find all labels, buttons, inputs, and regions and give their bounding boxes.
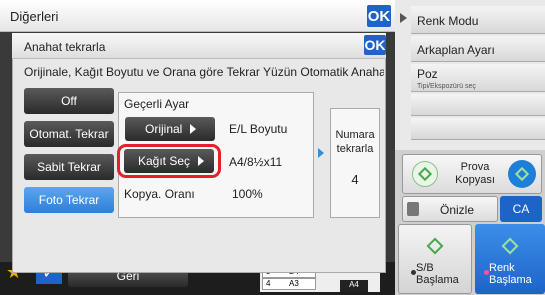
orijinal-value: E/L Boyutu (229, 122, 288, 136)
ca-button[interactable]: CA (500, 196, 542, 222)
kopya-orani-label: Kopya. Oranı (124, 187, 195, 201)
arrow-right-icon (190, 124, 197, 134)
orijinal-button[interactable]: Orijinal (125, 117, 215, 141)
mode-otomat-tekrar-label: Otomat. Tekrar (29, 127, 109, 141)
arrow-right-icon (198, 156, 205, 166)
numara-tekrarla-panel[interactable] (330, 108, 380, 218)
output-size-label: A4 (349, 280, 359, 289)
numara-tekrarla-value: 4 (351, 172, 359, 187)
mode-sabit-tekrar-label: Sabit Tekrar (37, 160, 101, 174)
kagit-sec-label: Kağıt Seç (138, 154, 191, 168)
header-ok-button[interactable]: OK (367, 5, 391, 27)
kopya-orani-value: 100% (232, 187, 263, 201)
onizle-label: Önizle (440, 203, 475, 217)
mode-foto-tekrar-button[interactable]: Foto Tekrar (24, 187, 114, 213)
menu-poz-sublabel: Tipi/Ekspozürü seç (417, 83, 476, 90)
menu-blank-2[interactable] (411, 118, 545, 140)
menu-poz[interactable]: Poz Tipi/Ekspozürü seç (411, 64, 545, 92)
preview-icon (407, 202, 419, 216)
orijinal-label: Orijinal (145, 122, 183, 136)
prova-line1: Prova (460, 161, 490, 173)
sb-line1: S/B (416, 262, 434, 274)
mode-sabit-tekrar-button[interactable]: Sabit Tekrar (24, 154, 114, 180)
tray-2-size: A3 (289, 279, 299, 288)
numara-line1: Numara (335, 129, 375, 141)
menu-blank[interactable] (411, 94, 545, 116)
renk-line1: Renk (489, 262, 515, 274)
prova-kopyasi-label: Prova Kopyası (446, 161, 504, 187)
menu-arkaplan-ayari[interactable]: Arkaplan Ayarı (411, 36, 545, 62)
prova-line2: Kopyası (455, 174, 495, 186)
header-bar (0, 0, 395, 32)
output-paper-size: A4 (340, 280, 368, 292)
mode-off-label: Off (61, 94, 77, 108)
mode-otomat-tekrar-button[interactable]: Otomat. Tekrar (24, 121, 114, 147)
screen: Diğerleri OK Renk Modu Arkaplan Ayarı Po… (0, 0, 545, 295)
kagit-sec-button[interactable]: Kağıt Seç (124, 149, 214, 173)
kagit-value: A4/8½x11 (229, 155, 283, 169)
gecerli-ayar-title: Geçerli Ayar (124, 97, 190, 111)
dialog-title: Anahat tekrarla (24, 40, 106, 54)
mode-foto-tekrar-label: Foto Tekrar (38, 193, 100, 207)
renk-label: Renk Başlama (489, 262, 532, 286)
mode-off-button[interactable]: Off (24, 88, 114, 114)
menu-renk-modu-label: Renk Modu (417, 14, 479, 28)
play-icon (400, 13, 407, 23)
numara-line2: tekrarla (336, 143, 374, 155)
menu-poz-label: Poz (417, 67, 438, 81)
header-title: Diğerleri (10, 9, 59, 24)
sb-label: S/B Başlama (416, 262, 459, 286)
numara-tekrarla-label: Numara tekrarla (330, 128, 380, 156)
dialog-ok-button[interactable]: OK (364, 35, 386, 55)
tray-row-2: 4 A3 (262, 278, 316, 290)
tray-2-num: 4 (266, 279, 271, 288)
menu-renk-modu[interactable]: Renk Modu (411, 6, 545, 34)
dialog-description: Orijinale, Kağıt Boyutu ve Orana göre Te… (24, 65, 384, 79)
ca-label: CA (512, 202, 530, 216)
arrow-right-icon (318, 148, 324, 158)
sb-line2: Başlama (416, 274, 459, 286)
renk-line2: Başlama (489, 274, 532, 286)
menu-arkaplan-ayari-label: Arkaplan Ayarı (417, 43, 495, 57)
